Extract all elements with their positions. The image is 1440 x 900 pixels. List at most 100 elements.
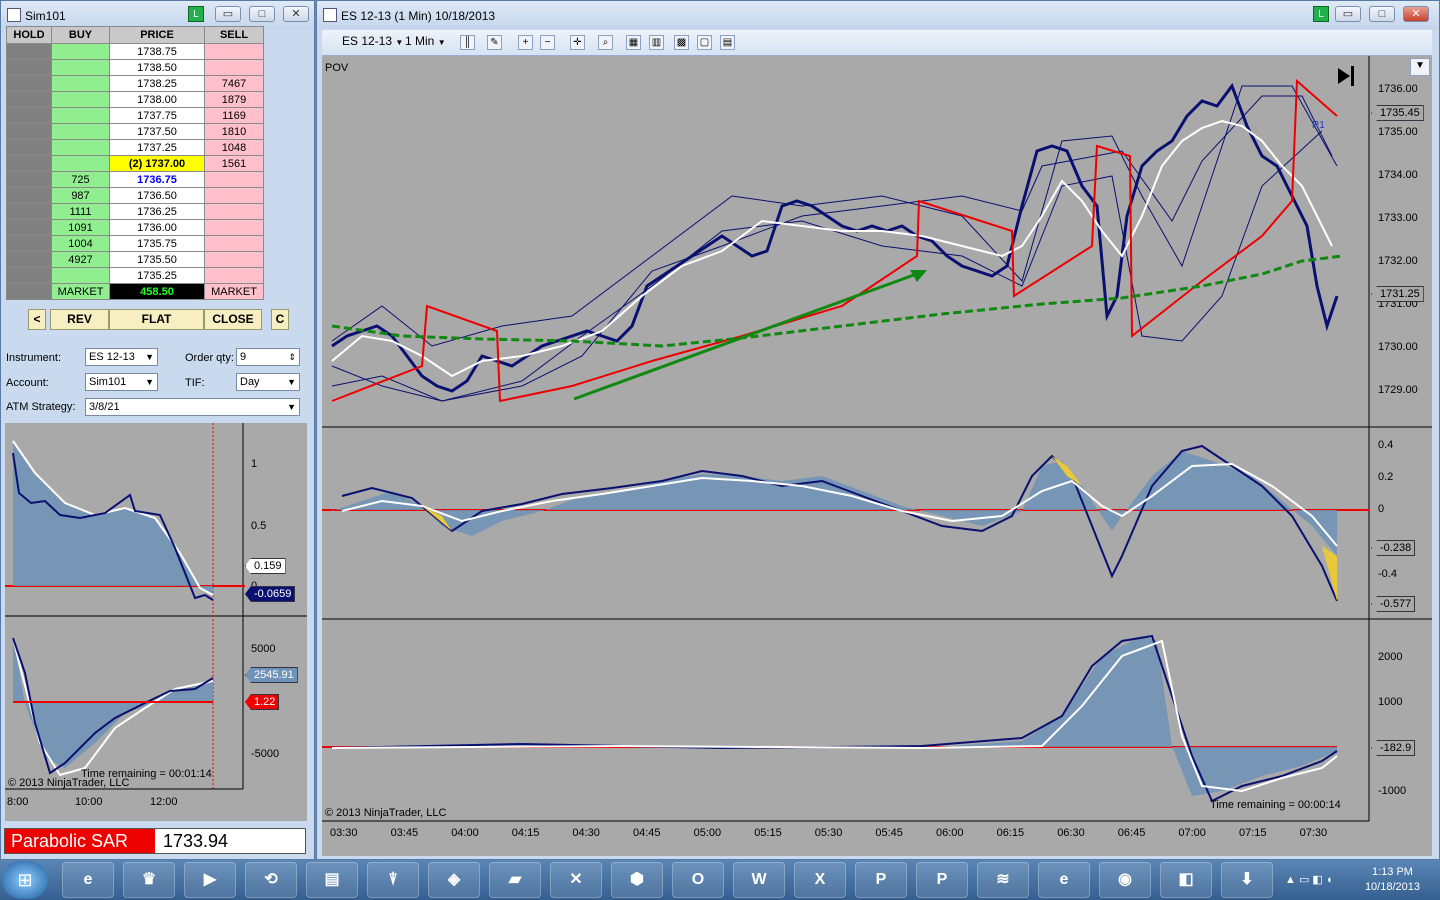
hold-cell[interactable]	[6, 43, 52, 60]
flat-button[interactable]: FLAT	[109, 309, 204, 330]
hold-cell[interactable]	[6, 75, 52, 92]
market-sell-button[interactable]: MARKET	[204, 283, 264, 300]
hold-cell[interactable]	[6, 187, 52, 204]
close-button[interactable]: ✕	[283, 6, 309, 22]
sell-cell[interactable]	[204, 251, 264, 268]
minimize-button[interactable]: ▭	[215, 6, 241, 22]
taskbar-app[interactable]: ▶	[184, 862, 236, 898]
price-cell[interactable]: 1737.50	[109, 123, 205, 140]
taskbar-app[interactable]: ✕	[550, 862, 602, 898]
link-badge[interactable]: L	[188, 6, 204, 22]
hold-cell[interactable]	[6, 107, 52, 124]
sell-cell[interactable]: 1561	[204, 155, 264, 172]
buy-cell[interactable]: 1111	[51, 203, 110, 220]
taskbar-app[interactable]: ▤	[306, 862, 358, 898]
sell-cell[interactable]: 1810	[204, 123, 264, 140]
taskbar-app[interactable]: e	[62, 862, 114, 898]
taskbar-app[interactable]: ⍒	[367, 862, 419, 898]
sell-cell[interactable]: 1048	[204, 139, 264, 156]
taskbar-app[interactable]: P	[855, 862, 907, 898]
taskbar-app[interactable]: ◈	[428, 862, 480, 898]
zoom-out-icon[interactable]: −	[540, 35, 555, 50]
crosshair-icon[interactable]: ✛	[570, 35, 585, 50]
sell-cell[interactable]	[204, 43, 264, 60]
atm-select[interactable]: 3/8/21 ▼	[85, 398, 300, 416]
clock[interactable]: 1:13 PM 10/18/2013	[1365, 865, 1420, 895]
buy-cell[interactable]	[51, 107, 110, 124]
hold-cell[interactable]	[6, 203, 52, 220]
hold-cell[interactable]	[6, 123, 52, 140]
taskbar-app[interactable]: X	[794, 862, 846, 898]
buy-cell[interactable]	[51, 75, 110, 92]
magnifier-icon[interactable]: ⌕	[598, 35, 613, 50]
scroll-down-button[interactable]: ▼	[1410, 58, 1430, 76]
taskbar-app[interactable]: e	[1038, 862, 1090, 898]
properties-icon[interactable]: ▤	[720, 35, 735, 50]
taskbar-app[interactable]: ▰	[489, 862, 541, 898]
close-button[interactable]: ✕	[1403, 6, 1429, 22]
pencil-icon[interactable]: ✎	[487, 35, 502, 50]
taskbar-app[interactable]: ⟲	[245, 862, 297, 898]
buy-cell[interactable]	[51, 123, 110, 140]
sell-cell[interactable]	[204, 267, 264, 284]
taskbar-app[interactable]: ⬇	[1221, 862, 1273, 898]
sell-cell[interactable]	[204, 59, 264, 76]
buy-cell[interactable]: 987	[51, 187, 110, 204]
instrument-select[interactable]: ES 12-13 ▼	[85, 348, 158, 366]
price-cell[interactable]: 1735.50	[109, 251, 205, 268]
sell-cell[interactable]	[204, 235, 264, 252]
taskbar-app[interactable]: ⬢	[611, 862, 663, 898]
instrument-dropdown[interactable]: ES 12-13 ▼	[342, 34, 403, 48]
maximize-button[interactable]: □	[249, 6, 275, 22]
price-cell[interactable]: 1738.25	[109, 75, 205, 92]
hold-cell[interactable]	[6, 171, 52, 188]
tif-select[interactable]: Day ▼	[236, 373, 300, 391]
taskbar-app[interactable]: O	[672, 862, 724, 898]
buy-cell[interactable]	[51, 155, 110, 172]
buy-cell[interactable]: 4927	[51, 251, 110, 268]
buy-cell[interactable]: 1004	[51, 235, 110, 252]
price-cell[interactable]: (2) 1737.00	[109, 155, 205, 172]
buy-cell[interactable]	[51, 43, 110, 60]
strategies-icon[interactable]: ▥	[649, 35, 664, 50]
link-badge[interactable]: L	[1313, 6, 1329, 22]
taskbar-app[interactable]: W	[733, 862, 785, 898]
close-position-button[interactable]: CLOSE	[204, 309, 262, 330]
price-cell[interactable]: 1737.25	[109, 139, 205, 156]
sell-cell[interactable]	[204, 187, 264, 204]
hold-cell[interactable]	[6, 235, 52, 252]
hold-cell[interactable]	[6, 219, 52, 236]
hold-cell[interactable]	[6, 59, 52, 76]
left-button[interactable]: <	[28, 309, 46, 330]
spin-icon[interactable]: ⇕	[288, 349, 296, 365]
hold-cell[interactable]	[6, 251, 52, 268]
taskbar-app[interactable]: ♛	[123, 862, 175, 898]
buy-cell[interactable]: 1091	[51, 219, 110, 236]
price-cell[interactable]: 1738.75	[109, 43, 205, 60]
zoom-in-icon[interactable]: +	[518, 35, 533, 50]
buy-cell[interactable]: 725	[51, 171, 110, 188]
chart-trader-icon[interactable]: ▩	[674, 35, 689, 50]
price-cell[interactable]: 1736.50	[109, 187, 205, 204]
sell-cell[interactable]: 7467	[204, 75, 264, 92]
price-cell[interactable]: 1736.00	[109, 219, 205, 236]
c-button[interactable]: C	[271, 309, 289, 330]
price-cell[interactable]: 1738.50	[109, 59, 205, 76]
interval-dropdown[interactable]: 1 Min ▼	[405, 34, 446, 48]
sell-cell[interactable]: 1169	[204, 107, 264, 124]
buy-cell[interactable]	[51, 267, 110, 284]
maximize-button[interactable]: □	[1369, 6, 1395, 22]
taskbar-app[interactable]: P	[916, 862, 968, 898]
price-cell[interactable]: 1737.75	[109, 107, 205, 124]
taskbar-app[interactable]: ◧	[1160, 862, 1212, 898]
taskbar-app[interactable]: ◉	[1099, 862, 1151, 898]
hold-cell[interactable]	[6, 91, 52, 108]
hold-cell[interactable]	[6, 155, 52, 172]
sell-cell[interactable]	[204, 203, 264, 220]
data-box-icon[interactable]: ▢	[697, 35, 712, 50]
buy-cell[interactable]	[51, 59, 110, 76]
hold-cell[interactable]	[6, 139, 52, 156]
buy-cell[interactable]	[51, 139, 110, 156]
sell-cell[interactable]: 1879	[204, 91, 264, 108]
price-cell[interactable]: 1736.75	[109, 171, 205, 188]
